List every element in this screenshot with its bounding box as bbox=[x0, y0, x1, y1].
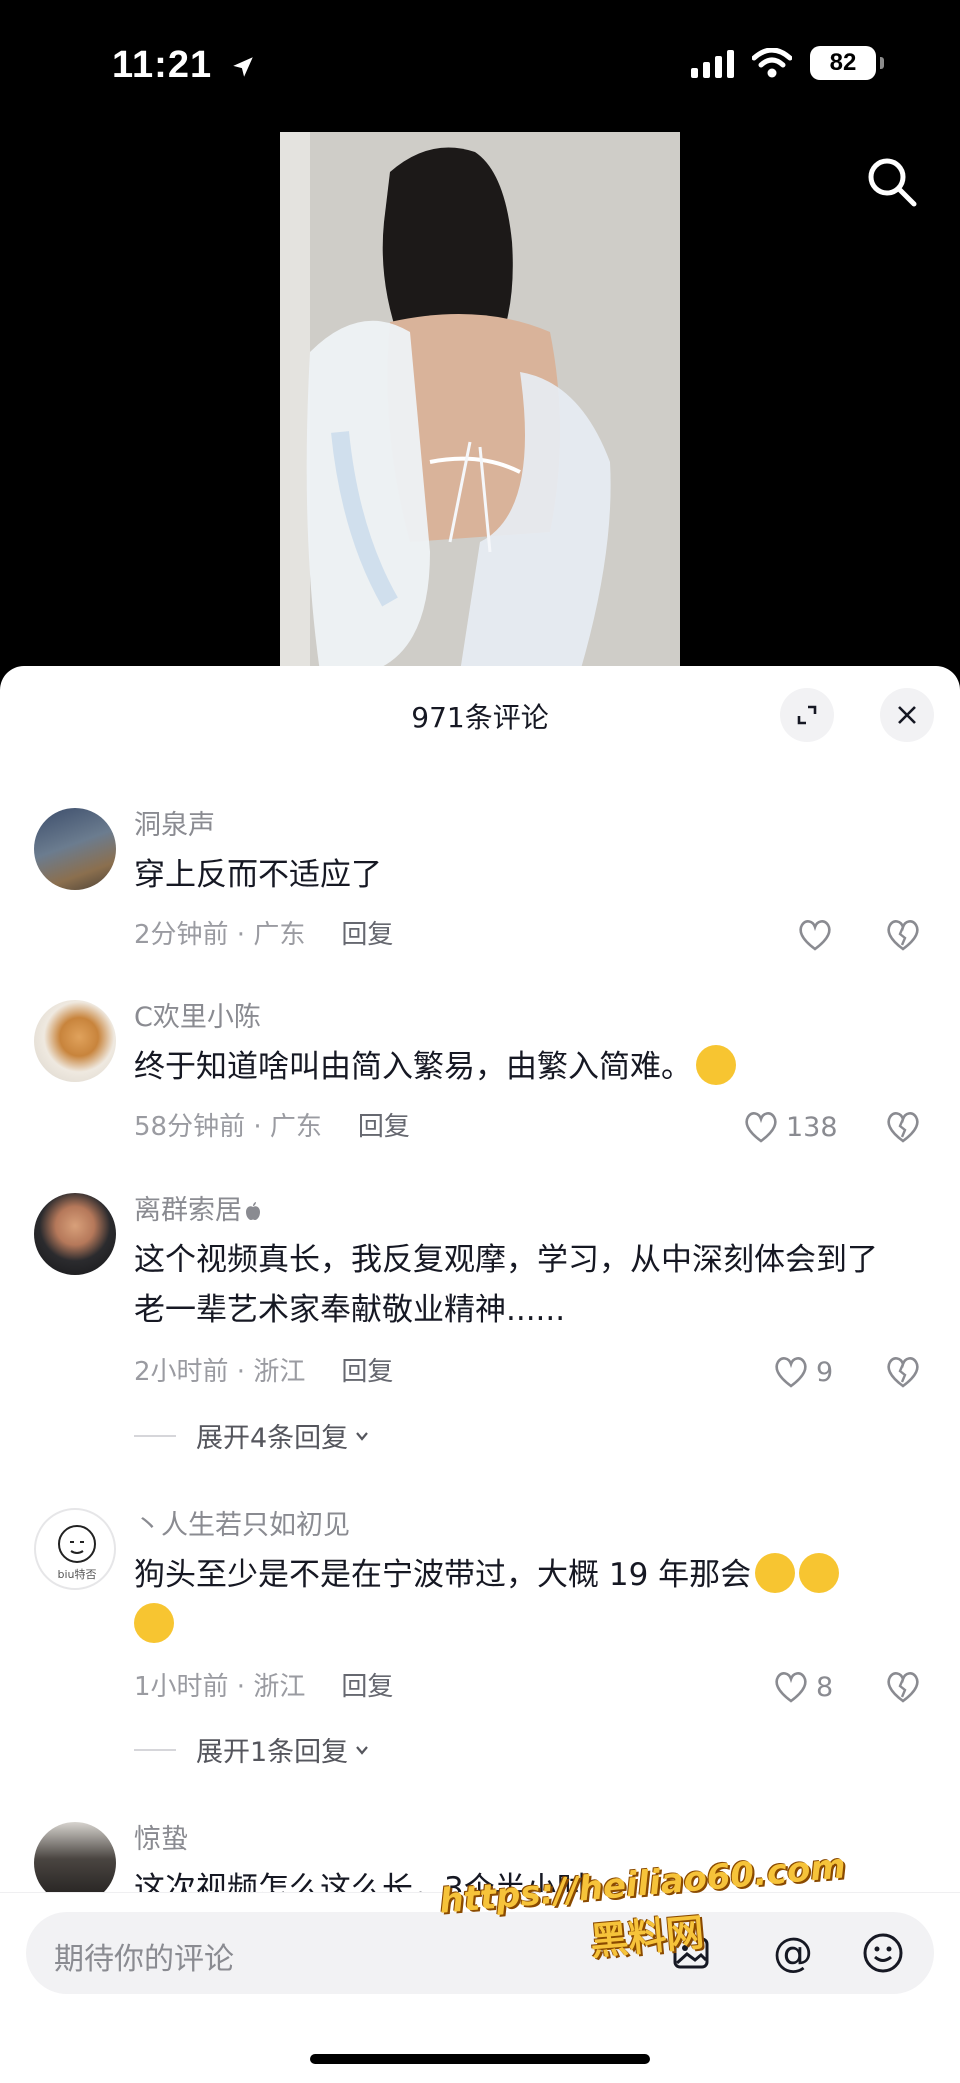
comment-time-location: 1小时前 · 浙江 bbox=[134, 1672, 306, 1702]
comment-input-placeholder: 期待你的评论 bbox=[54, 1942, 234, 1977]
avatar[interactable]: biu特否 bbox=[34, 1508, 116, 1590]
emoji-button[interactable] bbox=[858, 1928, 908, 1978]
heart-icon bbox=[775, 1357, 807, 1388]
close-button[interactable] bbox=[880, 688, 934, 742]
comment-text-content: 狗头至少是不是在宁波带过，大概 19 年那会 bbox=[134, 1557, 752, 1593]
reply-button[interactable]: 回复 bbox=[358, 1112, 410, 1142]
broken-heart-icon bbox=[887, 1672, 919, 1703]
like-button[interactable]: 8 bbox=[772, 1669, 833, 1705]
status-indicators: 82 bbox=[691, 46, 884, 80]
like-button[interactable] bbox=[796, 917, 834, 953]
video-player[interactable] bbox=[280, 132, 680, 672]
comment-meta: 1小时前 · 浙江 回复 bbox=[134, 1669, 393, 1705]
comment-username[interactable]: 洞泉声 bbox=[134, 808, 900, 846]
chevron-down-icon bbox=[356, 1431, 369, 1441]
dislike-button[interactable] bbox=[884, 1354, 922, 1390]
reply-button[interactable]: 回复 bbox=[341, 920, 393, 950]
heart-icon bbox=[745, 1112, 777, 1143]
dislike-button[interactable] bbox=[884, 917, 922, 953]
reply-button[interactable]: 回复 bbox=[341, 1672, 393, 1702]
comment-username[interactable]: 丶人生若只如初见 bbox=[134, 1508, 900, 1546]
expand-replies-button[interactable]: 展开1条回复 bbox=[134, 1730, 370, 1769]
crying-emoji-icon bbox=[696, 1045, 736, 1085]
expand-replies-button[interactable]: 展开4条回复 bbox=[134, 1416, 370, 1455]
expand-icon bbox=[797, 705, 817, 725]
heart-icon bbox=[775, 1672, 807, 1703]
like-count: 9 bbox=[816, 1356, 834, 1388]
meme-face-avatar: biu特否 bbox=[57, 1525, 97, 1581]
expand-replies-label: 展开1条回复 bbox=[196, 1737, 349, 1768]
comment-meta: 58分钟前 · 广东 回复 bbox=[134, 1109, 410, 1145]
image-button[interactable] bbox=[666, 1928, 716, 1978]
dislike-button[interactable] bbox=[884, 1669, 922, 1705]
search-icon[interactable] bbox=[862, 152, 922, 212]
apple-icon bbox=[246, 1202, 260, 1220]
like-count: 138 bbox=[786, 1111, 838, 1143]
comment-meta: 2小时前 · 浙江 回复 bbox=[134, 1354, 393, 1390]
smile-emoji-icon bbox=[134, 1603, 174, 1643]
avatar-caption: biu特否 bbox=[57, 1567, 96, 1581]
home-indicator[interactable] bbox=[310, 2054, 650, 2064]
comment-text: 穿上反而不适应了 bbox=[134, 857, 382, 893]
battery-indicator: 82 bbox=[810, 46, 884, 80]
broken-heart-icon bbox=[887, 1357, 919, 1388]
location-arrow-icon bbox=[232, 57, 253, 77]
like-button[interactable]: 9 bbox=[772, 1354, 833, 1390]
comment-input[interactable]: 期待你的评论 @ bbox=[26, 1912, 934, 1994]
comment-time-location: 58分钟前 · 广东 bbox=[134, 1112, 322, 1142]
smile-emoji-icon bbox=[799, 1553, 840, 1593]
comment-meta: 2分钟前 · 广东 回复 bbox=[134, 917, 393, 953]
signal-bars-icon bbox=[691, 48, 734, 78]
broken-heart-icon bbox=[887, 920, 919, 951]
comment-username[interactable]: C欢里小陈 bbox=[134, 1000, 900, 1038]
dislike-button[interactable] bbox=[884, 1109, 922, 1145]
wifi-icon bbox=[752, 48, 792, 78]
comment-username-text: 离群索居 bbox=[134, 1195, 242, 1226]
comments-header: 971条评论 bbox=[0, 666, 960, 758]
comment-username[interactable]: 离群索居 bbox=[134, 1193, 900, 1231]
comment-text: 狗头至少是不是在宁波带过，大概 19 年那会 bbox=[134, 1550, 900, 1650]
broken-heart-icon bbox=[887, 1112, 919, 1143]
status-time-text: 11:21 bbox=[112, 44, 213, 86]
comment-text-content: 终于知道啥叫由简入繁易，由繁入简难。 bbox=[134, 1049, 692, 1085]
avatar[interactable] bbox=[34, 1000, 116, 1082]
mention-button[interactable]: @ bbox=[768, 1928, 818, 1978]
video-frame bbox=[280, 132, 680, 672]
status-bar: 11:21 82 bbox=[0, 0, 960, 130]
avatar[interactable] bbox=[34, 808, 116, 890]
smiley-icon bbox=[863, 1933, 903, 1973]
chevron-down-icon bbox=[356, 1745, 369, 1755]
like-button[interactable]: 138 bbox=[742, 1109, 838, 1145]
expand-replies-label: 展开4条回复 bbox=[196, 1423, 349, 1454]
comment-text: 终于知道啥叫由简入繁易，由繁入简难。 bbox=[134, 1042, 900, 1092]
avatar[interactable] bbox=[34, 1193, 116, 1275]
comment-username[interactable]: 惊蛰 bbox=[134, 1822, 900, 1860]
smile-emoji-icon bbox=[755, 1553, 796, 1593]
image-icon bbox=[673, 1937, 709, 1969]
reply-button[interactable]: 回复 bbox=[341, 1357, 393, 1387]
status-time: 11:21 bbox=[112, 44, 256, 87]
close-icon bbox=[898, 706, 916, 724]
comment-time-location: 2小时前 · 浙江 bbox=[134, 1357, 306, 1387]
heart-icon bbox=[799, 920, 831, 951]
expand-button[interactable] bbox=[780, 688, 834, 742]
like-count: 8 bbox=[816, 1671, 834, 1703]
comment-time-location: 2分钟前 · 广东 bbox=[134, 920, 306, 950]
comments-sheet: 971条评论 洞泉声 穿上反而不适应了 2分钟前 · 广东 回复 C欢里小陈 终… bbox=[0, 666, 960, 2083]
comment-text: 这个视频真长，我反复观摩，学习，从中深刻体会到了老一辈艺术家奉献敬业精神....… bbox=[134, 1242, 878, 1328]
